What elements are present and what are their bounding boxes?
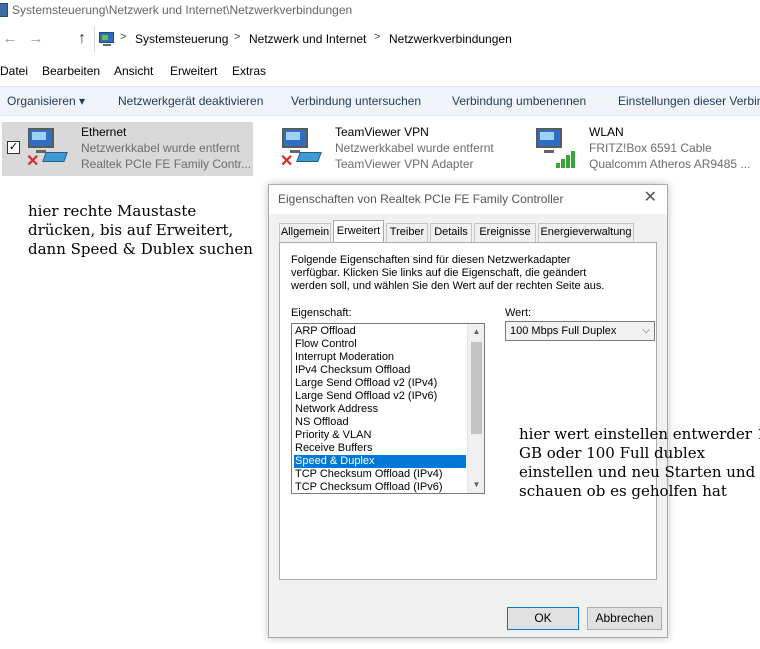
property-item[interactable]: IPv4 Checksum Offload <box>294 364 410 377</box>
rename-connection-button[interactable]: Verbindung umbenennen <box>452 94 586 108</box>
connection-status: Netzwerkkabel wurde entfernt <box>81 141 240 155</box>
property-item[interactable]: Speed & Duplex <box>294 455 466 468</box>
value-dropdown[interactable]: 100 Mbps Full Duplex ⌵ <box>505 321 655 341</box>
property-item[interactable]: Receive Buffers <box>294 442 372 455</box>
property-item[interactable]: ARP Offload <box>294 325 356 338</box>
tab-erweitert[interactable]: Erweitert <box>333 220 384 243</box>
tab-panel-erweitert: Folgende Eigenschaften sind für diesen N… <box>279 242 760 580</box>
dialog-titlebar: Eigenschaften von Realtek PCIe FE Family… <box>269 185 667 214</box>
property-item[interactable]: Network Address <box>294 403 378 416</box>
property-item[interactable]: Large Send Offload v2 (IPv4) <box>294 377 437 390</box>
scroll-down-icon[interactable]: ▼ <box>468 477 484 493</box>
chevron-down-icon: ⌵ <box>642 325 650 336</box>
window-titlebar: Systemsteuerung\Netzwerk und Internet\Ne… <box>0 0 760 22</box>
breadcrumb-separator[interactable]: > <box>374 31 380 43</box>
address-bar[interactable]: > Systemsteuerung > Netzwerk und Interne… <box>94 26 760 52</box>
property-item[interactable]: NS Offload <box>294 416 349 429</box>
connection-ethernet[interactable]: ✓ ✕ Ethernet Netzwerkkabel wurde entfern… <box>2 122 253 176</box>
connection-name: TeamViewer VPN <box>335 125 429 139</box>
tab-allgemein[interactable]: Allgemein <box>279 223 331 242</box>
dialog-title: Eigenschaften von Realtek PCIe FE Family… <box>278 192 564 206</box>
selection-checkbox[interactable]: ✓ <box>7 141 20 154</box>
vpn-disconnected-icon: ✕ <box>278 124 326 172</box>
property-item[interactable]: TCP Checksum Offload (IPv6) <box>294 481 443 493</box>
cancel-button[interactable]: Abbrechen <box>587 607 662 630</box>
annotation-right: hier wert einstellen entwerder 1 GB oder… <box>519 425 760 500</box>
organize-button[interactable]: Organisieren ▾ <box>7 94 85 108</box>
up-arrow-icon[interactable]: ↑ <box>72 29 92 49</box>
connection-status: FRITZ!Box 6591 Cable <box>589 141 712 155</box>
back-arrow-icon[interactable]: ← <box>0 29 20 49</box>
value-label: Wert: <box>505 307 532 319</box>
control-panel-icon <box>0 3 8 17</box>
tab-treiber[interactable]: Treiber <box>386 223 428 242</box>
menu-bearbeiten[interactable]: Bearbeiten <box>42 64 100 78</box>
navigation-bar: ← → ↑ > Systemsteuerung > Netzwerk und I… <box>0 26 760 52</box>
wifi-signal-icon <box>532 124 580 172</box>
tab-energieverwaltung[interactable]: Energieverwaltung <box>538 223 634 242</box>
menu-datei[interactable]: Datei <box>0 64 28 78</box>
connection-adapter: Realtek PCIe FE Family Contr... <box>81 157 252 171</box>
breadcrumb-netzwerk-und-internet[interactable]: Netzwerk und Internet <box>249 32 366 46</box>
menu-bar: Datei Bearbeiten Ansicht Erweitert Extra… <box>0 60 760 82</box>
property-item[interactable]: Large Send Offload v2 (IPv6) <box>294 390 437 403</box>
property-item[interactable]: Interrupt Moderation <box>294 351 394 364</box>
window-title: Systemsteuerung\Netzwerk und Internet\Ne… <box>12 3 353 17</box>
close-icon[interactable]: ✕ <box>644 190 657 206</box>
connection-adapter: Qualcomm Atheros AR9485 ... <box>589 157 751 171</box>
tab-ereignisse[interactable]: Ereignisse <box>474 223 536 242</box>
breadcrumb-separator[interactable]: > <box>120 31 126 43</box>
scroll-up-icon[interactable]: ▲ <box>468 324 484 340</box>
properties-dialog: Eigenschaften von Realtek PCIe FE Family… <box>268 184 760 638</box>
menu-ansicht[interactable]: Ansicht <box>114 64 153 78</box>
breadcrumb-separator[interactable]: > <box>234 31 240 43</box>
scrollbar-thumb[interactable] <box>471 342 482 434</box>
property-item[interactable]: Priority & VLAN <box>294 429 371 442</box>
property-label: Eigenschaft: <box>291 307 352 319</box>
disable-device-button[interactable]: Netzwerkgerät deaktivieren <box>118 94 263 108</box>
property-list[interactable]: ARP Offload Flow Control Interrupt Moderat… <box>291 323 485 494</box>
menu-erweitert[interactable]: Erweitert <box>170 64 217 78</box>
tab-description: Folgende Eigenschaften sind für diesen N… <box>291 254 605 292</box>
breadcrumb-netzwerkverbindungen[interactable]: Netzwerkverbindungen <box>389 32 512 46</box>
diagnose-connection-button[interactable]: Verbindung untersuchen <box>291 94 421 108</box>
tab-details[interactable]: Details <box>430 223 472 242</box>
breadcrumb-systemsteuerung[interactable]: Systemsteuerung <box>135 32 228 46</box>
connection-status: Netzwerkkabel wurde entfernt <box>335 141 494 155</box>
connection-name: WLAN <box>589 125 624 139</box>
annotation-left: hier rechte Maustaste drücken, bis auf E… <box>28 202 253 258</box>
connection-settings-button[interactable]: Einstellungen dieser Verbin <box>618 94 760 108</box>
property-item[interactable]: TCP Checksum Offload (IPv4) <box>294 468 443 481</box>
command-bar: Organisieren ▾ Netzwerkgerät deaktiviere… <box>0 86 760 116</box>
connection-wlan[interactable]: WLAN FRITZ!Box 6591 Cable Qualcomm Ather… <box>532 122 760 176</box>
ethernet-disconnected-icon: ✕ <box>24 124 72 172</box>
menu-extras[interactable]: Extras <box>232 64 266 78</box>
network-folder-icon <box>99 30 116 47</box>
property-item[interactable]: Flow Control <box>294 338 357 351</box>
connection-adapter: TeamViewer VPN Adapter <box>335 157 474 171</box>
value-dropdown-text: 100 Mbps Full Duplex <box>510 325 617 337</box>
connection-name: Ethernet <box>81 125 127 139</box>
forward-arrow-icon[interactable]: → <box>26 29 46 49</box>
connection-teamviewer-vpn[interactable]: ✕ TeamViewer VPN Netzwerkkabel wurde ent… <box>278 122 518 176</box>
property-list-scrollbar[interactable]: ▲ ▼ <box>467 324 484 493</box>
ok-button[interactable]: OK <box>507 607 579 630</box>
